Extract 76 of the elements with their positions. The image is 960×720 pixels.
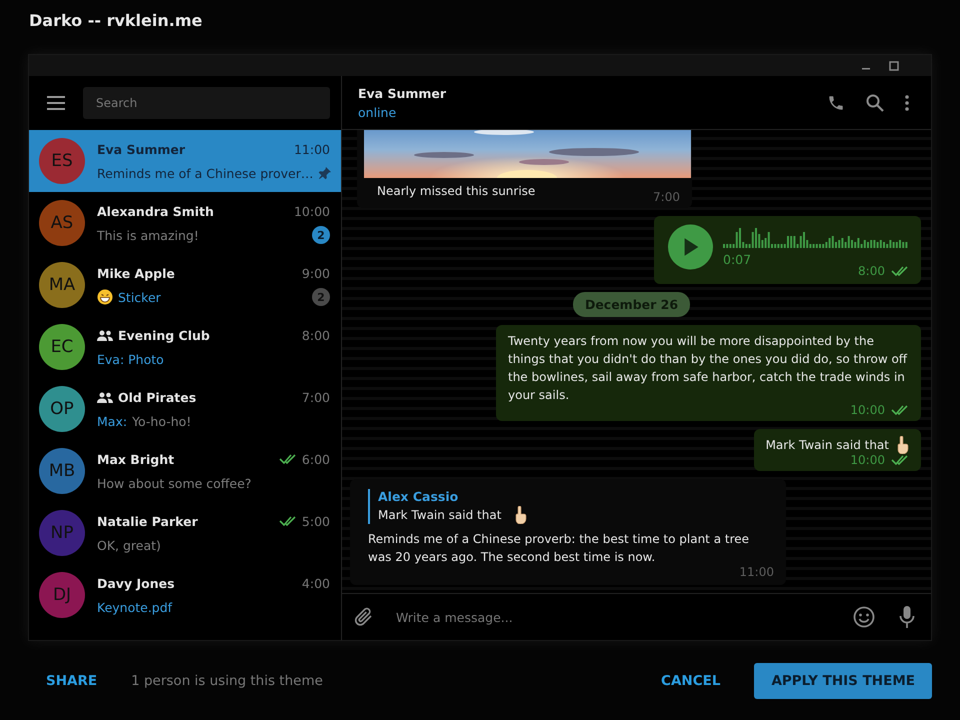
search-icon[interactable] [866,94,884,112]
avatar: MA [39,262,85,308]
chat-item[interactable]: MB Max Bright 6:00 How about some coffee? [29,440,341,502]
message-time: 10:00 [850,453,885,467]
contact-name: Eva Summer [358,86,446,100]
chat-name: Old Pirates [118,390,196,404]
chat-item[interactable]: AS Alexandra Smith 10:00 This is amazing! 2 [29,192,341,254]
avatar: AS [39,200,85,246]
chat-name: Alexandra Smith [97,204,214,218]
avatar: NP [39,510,85,556]
message-preview: How about some coffee? [97,476,252,490]
voice-duration: 0:07 [723,252,752,266]
message-preview: Eva: Photo [97,352,164,366]
chat-item[interactable]: EC Evening Club 8:00 Eva: Photo [29,316,341,378]
chat-item[interactable]: ES Eva Summer 11:00 Reminds me of a Chinese prover… [29,130,341,192]
message-preview: Reminds me of a Chinese prover… [97,166,314,180]
grinning-face-icon [97,289,113,305]
chat-item[interactable]: OP Old Pirates 7:00 Max: Yo-ho-ho! [29,378,341,440]
quote-text: Mark Twain said that [378,508,502,522]
chat-item[interactable]: NP Natalie Parker 5:00 OK, great) [29,502,341,564]
message-text: Nearly missed this sunrise [377,184,536,198]
contact-status: online [358,104,398,120]
message-preview: This is amazing! [97,228,199,242]
chat-time: 8:00 [302,328,330,342]
chat-time: 9:00 [302,266,330,280]
message-text: Reminds me of a Chinese proverb: the best time to plant a tree was 20 years ago. The second best time is now. [368,531,750,566]
chat-name: Davy Jones [97,576,175,590]
share-button[interactable]: SHARE [28,662,116,698]
apply-button[interactable]: APPLY THIS THEME [754,662,932,698]
cancel-button[interactable]: CANCEL [643,662,738,698]
chat-name: Mike Apple [97,266,175,280]
chat-name: Eva Summer [97,142,186,156]
message-preview: Keynote.pdf [97,600,172,614]
unread-count: 2 [312,288,330,306]
play-button[interactable] [668,224,713,270]
unread-count: 2 [312,226,330,244]
avatar: EC [39,324,85,370]
avatar: DJ [39,572,85,618]
chat-name: Max Bright [97,452,174,466]
usage-text: 1 person is using this theme [131,672,323,688]
message-preview: Sticker [118,290,161,304]
message-preview: OK, great) [97,538,161,552]
message-text: Twenty years from now you will be more disappointed by the things that you didn't do than by the ones you did do, so throw off the bowlines, sail away from safe harbor, catch the trade winds in your sails. [508,333,908,404]
message-time: 11:00 [739,565,774,579]
message-text: Mark Twain said that [766,437,889,454]
message-preview: Yo-ho-ho! [132,414,192,428]
chat-time: 11:00 [294,142,330,156]
chat-item[interactable]: MA Mike Apple 9:00 Sticker 2 [29,254,341,316]
dialog-title: Darko -- rvklein.me [28,10,204,32]
microphone-icon[interactable] [899,605,915,629]
chat-time: 5:00 [302,514,330,528]
message-time: 8:00 [858,264,885,278]
avatar: ES [39,138,85,184]
chat-name: Evening Club [118,328,210,342]
chat-time: 7:00 [302,390,330,404]
quote-author: Alex Cassio [378,489,460,504]
chat-name: Natalie Parker [97,514,198,528]
avatar: MB [39,448,85,494]
message-sender: Max: [97,414,128,428]
more-icon[interactable] [905,94,909,112]
chat-time: 10:00 [294,204,330,218]
date-label: December 26 [572,292,690,317]
message-field[interactable]: Write a message... [394,608,833,626]
quoted-message[interactable]: Alex Cassio Mark Twain said that [368,489,774,524]
message-time: 10:00 [850,403,885,417]
chat-item[interactable]: DJ Davy Jones 4:00 Keynote.pdf [29,564,341,626]
phone-icon[interactable] [827,94,845,112]
chat-time: 6:00 [302,452,330,466]
paperclip-icon[interactable] [354,606,374,628]
search-field[interactable]: Search [83,87,330,119]
smiley-icon[interactable] [853,606,875,628]
avatar: OP [39,386,85,432]
message-time: 7:00 [653,190,680,204]
chat-time: 4:00 [302,576,330,590]
menu-icon[interactable] [47,96,65,110]
maximize-icon[interactable] [889,60,899,70]
